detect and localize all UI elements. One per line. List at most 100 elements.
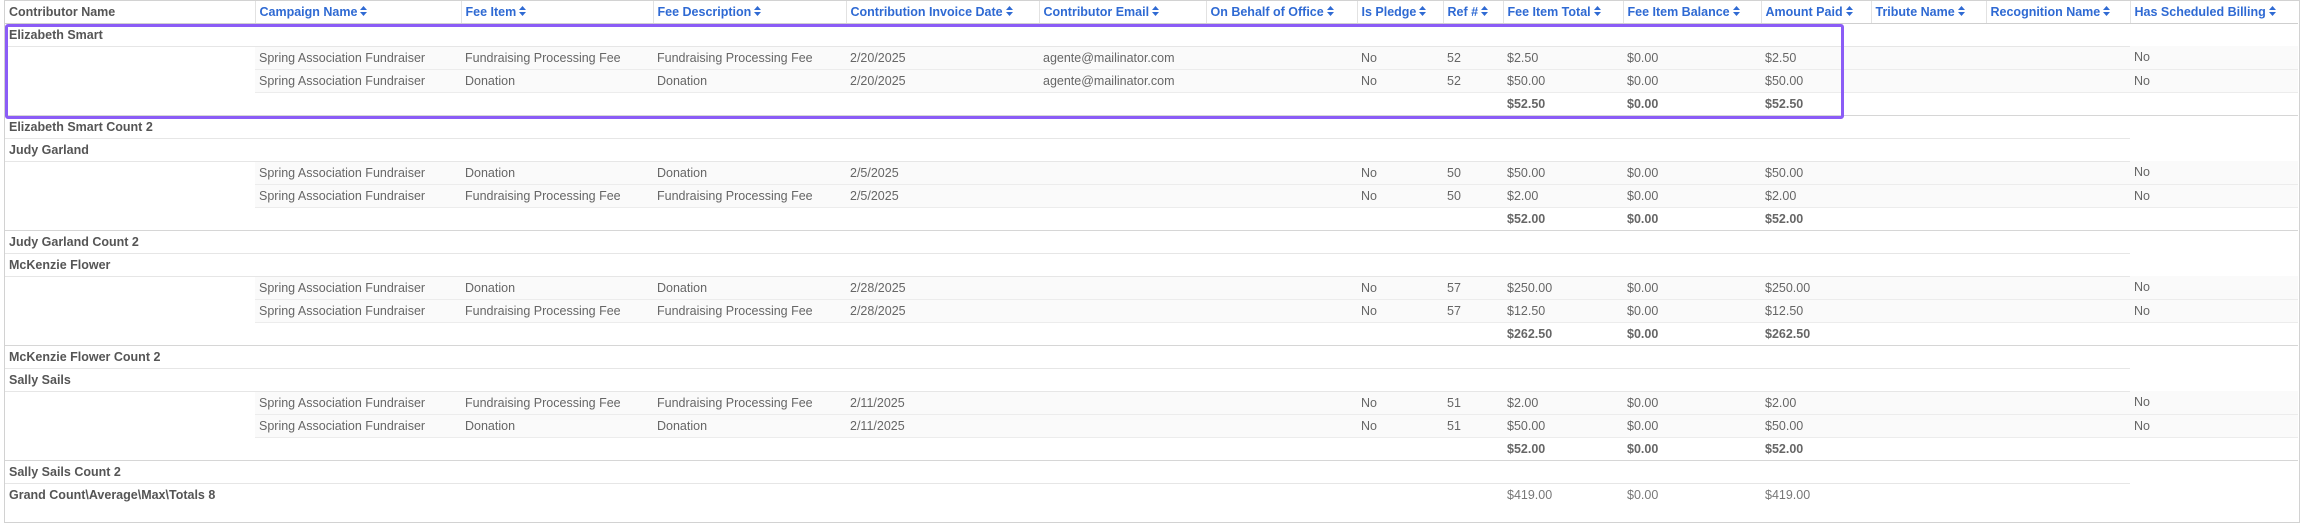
sort-updown-icon[interactable] [1419,5,1427,18]
table-row[interactable]: Spring Association Fundraiser Donation Don… [5,276,2298,300]
empty-cell [1443,138,1503,162]
empty-cell [1986,437,2130,461]
empty-cell [846,138,1039,162]
cell-has-scheduled-billing: No [2130,414,2298,438]
column-header-contributor-name: Contributor Name [5,1,256,24]
sort-updown-icon[interactable] [1732,5,1740,18]
empty-cell [2130,138,2298,161]
column-header-tribute-name[interactable]: Tribute Name [1871,1,1987,24]
column-header-ref[interactable]: Ref # [1443,1,1504,24]
cell-is-pledge: No [1357,299,1443,323]
empty-cell [1986,483,2130,506]
column-header-campaign-name[interactable]: Campaign Name [255,1,462,24]
sort-updown-icon[interactable] [1326,5,1334,18]
empty-cell [846,322,1039,346]
empty-cell [2130,345,2298,368]
sort-updown-icon[interactable] [2103,5,2111,18]
table-row[interactable]: Spring Association Fundraiser Donation Don… [5,414,2298,438]
empty-cell [2130,437,2298,461]
cell-tribute-name [1871,161,1986,185]
column-header-fee-item-total[interactable]: Fee Item Total [1503,1,1624,24]
sort-updown-icon[interactable] [519,5,527,18]
cell-contribution-invoice-date: 2/28/2025 [846,276,1039,300]
empty-cell [1503,253,1623,277]
group-count-row: Sally Sails Count 2 [5,460,2298,484]
empty-cell [1986,92,2130,116]
column-header-fee-item[interactable]: Fee Item [461,1,654,24]
cell-contributor-email [1039,299,1206,323]
column-header-recognition-name[interactable]: Recognition Name [1986,1,2131,24]
sort-updown-icon[interactable] [1481,5,1489,18]
cell-campaign-name: Spring Association Fundraiser [255,276,461,300]
empty-cell [1761,368,1871,392]
table-row[interactable]: Spring Association Fundraiser Fundraising… [5,184,2298,208]
group-row[interactable]: Sally Sails [5,368,2298,392]
cell-ref: 50 [1443,161,1503,185]
sort-updown-icon[interactable] [1152,5,1160,18]
cell-has-scheduled-billing: No [2130,46,2298,70]
cell-fee-item-total: $2.00 [1503,184,1623,208]
empty-cell [653,207,846,231]
cell-amount-paid: $50.00 [1761,414,1871,438]
cell-fee-item-balance: $0.00 [1623,299,1761,323]
sort-updown-icon[interactable] [2268,5,2276,18]
cell-fee-description: Fundraising Processing Fee [653,299,846,323]
contributor-cell [5,184,255,207]
contributor-cell [5,391,255,414]
empty-cell [1443,368,1503,392]
sort-updown-icon[interactable] [1957,5,1965,18]
column-header-has-scheduled-billing[interactable]: Has Scheduled Billing [2130,1,2298,24]
empty-cell [1206,207,1357,231]
empty-cell [2130,483,2298,506]
empty-cell [461,437,653,461]
empty-cell [5,207,255,231]
sort-updown-icon[interactable] [1593,5,1601,18]
empty-cell [1986,138,2130,162]
cell-recognition-name [1986,391,2130,415]
cell-contribution-invoice-date: 2/11/2025 [846,391,1039,415]
sort-updown-icon[interactable] [1845,5,1853,18]
empty-cell [1206,322,1357,346]
cell-has-scheduled-billing: No [2130,161,2298,185]
column-header-contributor-email[interactable]: Contributor Email [1039,1,1207,24]
sort-updown-icon[interactable] [1005,5,1013,18]
cell-fee-item-total: $2.00 [1503,391,1623,415]
group-row[interactable]: Judy Garland [5,138,2298,162]
cell-has-scheduled-billing: No [2130,184,2298,208]
table-row[interactable]: Spring Association Fundraiser Fundraising… [5,299,2298,323]
grand-amount-paid: $419.00 [1765,487,1811,502]
cell-amount-paid: $250.00 [1761,276,1871,300]
empty-cell [1986,23,2130,47]
cell-tribute-name [1871,46,1986,70]
empty-cell [255,322,461,346]
empty-cell [653,253,846,277]
empty-cell [1206,437,1357,461]
table-row[interactable]: Spring Association Fundraiser Donation Don… [5,161,2298,185]
cell-amount-paid: $50.00 [1761,161,1871,185]
empty-cell [1357,322,1443,346]
empty-cell [1206,138,1357,162]
column-header-label: Contribution Invoice Date [850,4,1003,19]
group-name[interactable]: McKenzie Flower [5,253,255,277]
column-header-amount-paid[interactable]: Amount Paid [1761,1,1872,24]
sort-updown-icon[interactable] [360,5,368,18]
empty-cell [461,368,653,392]
sort-updown-icon[interactable] [754,5,762,18]
column-header-label: Contributor Email [1043,4,1150,19]
column-header-fee-item-balance[interactable]: Fee Item Balance [1623,1,1762,24]
column-header-label: On Behalf of Office [1210,4,1324,19]
column-header-label: Is Pledge [1361,4,1417,19]
cell-tribute-name [1871,276,1986,300]
group-row[interactable]: McKenzie Flower [5,253,2298,277]
column-header-contribution-invoice-date[interactable]: Contribution Invoice Date [846,1,1040,24]
empty-cell [846,207,1039,231]
column-header-label: Tribute Name [1875,4,1955,19]
table-row[interactable]: Spring Association Fundraiser Fundraising… [5,391,2298,415]
column-header-is-pledge[interactable]: Is Pledge [1357,1,1444,24]
column-header-fee-description[interactable]: Fee Description [653,1,847,24]
group-name[interactable]: Judy Garland [5,138,255,162]
empty-cell [461,207,653,231]
empty-cell [1039,437,1206,461]
column-header-on-behalf-of-office[interactable]: On Behalf of Office [1206,1,1358,24]
group-name[interactable]: Sally Sails [5,368,255,392]
